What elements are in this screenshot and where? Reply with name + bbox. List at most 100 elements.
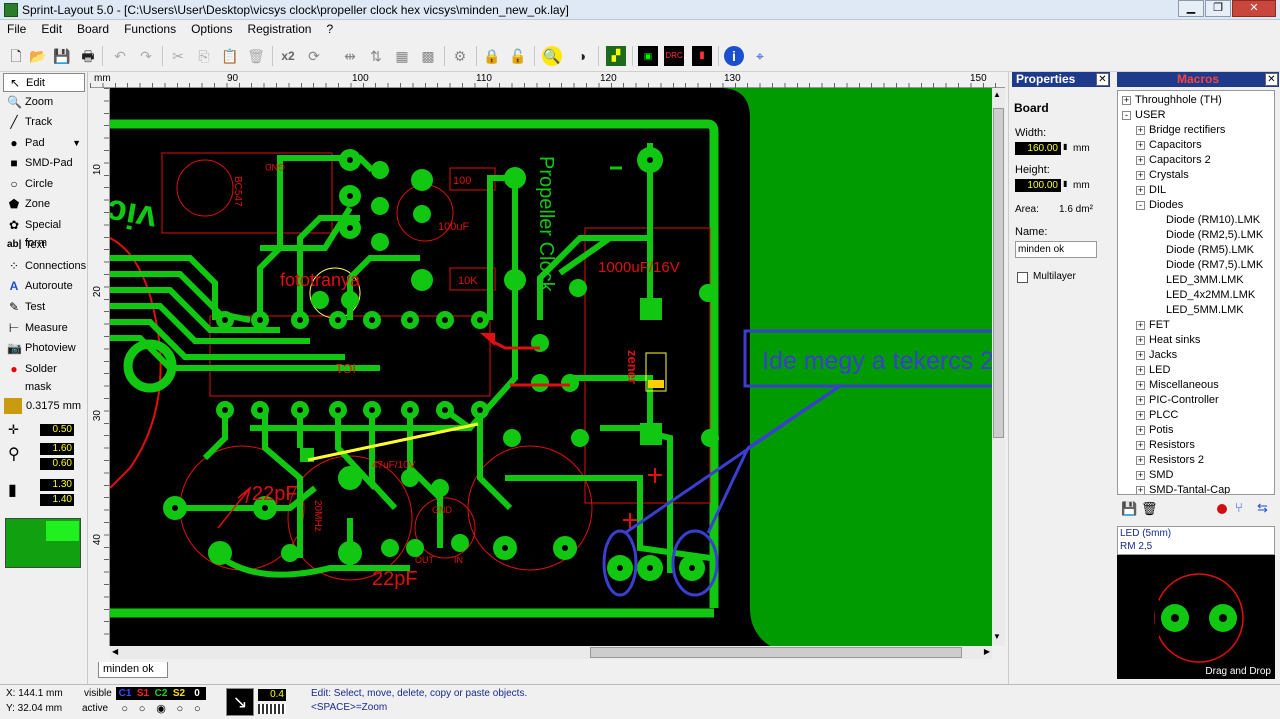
layer-toggle-c2[interactable]: C2 [152, 687, 170, 700]
layer-radio-s1[interactable]: ○ [139, 703, 146, 716]
expand-icon[interactable]: + [1136, 126, 1145, 135]
tool-edit[interactable]: ↖ Edit [3, 73, 85, 92]
macro-tree-item[interactable]: Diode (RM5).LMK [1166, 243, 1254, 258]
align-icon[interactable]: ⇅ [366, 46, 386, 66]
tool-measure[interactable]: ⊢ Measure [3, 319, 85, 338]
redo-icon[interactable]: ↷ [136, 46, 156, 66]
menu-help[interactable]: ? [319, 20, 341, 40]
expand-icon[interactable]: + [1136, 426, 1145, 435]
horizontal-scroll-thumb[interactable] [590, 647, 962, 658]
macro-tree-item[interactable]: LED [1149, 363, 1170, 378]
expand-icon[interactable]: + [1136, 141, 1145, 150]
track-width-field[interactable]: 0.50 [40, 424, 74, 436]
scroll-down-icon[interactable]: ▼ [993, 632, 1001, 641]
macro-tree-item[interactable]: LED_4x2MM.LMK [1166, 288, 1255, 303]
menu-functions[interactable]: Functions [117, 20, 184, 40]
macro-tree-item[interactable]: LED_3MM.LMK [1166, 273, 1244, 288]
expand-icon[interactable]: + [1136, 186, 1145, 195]
undo-icon[interactable]: ↶ [110, 46, 130, 66]
smd-width-field[interactable]: 1.30 [40, 479, 74, 491]
zoom-field[interactable]: 0.4 [258, 689, 286, 701]
macro-tree-item[interactable]: PLCC [1149, 408, 1178, 423]
grid-value[interactable]: 0.3175 mm [26, 400, 81, 412]
collapse-icon[interactable]: - [1122, 111, 1131, 120]
layer-radio-c1[interactable]: ○ [121, 703, 128, 716]
expand-icon[interactable]: + [1136, 411, 1145, 420]
macro-tree-item[interactable]: Potis [1149, 423, 1173, 438]
macro-tree-item[interactable]: DIL [1149, 183, 1166, 198]
expand-icon[interactable]: + [1136, 441, 1145, 450]
macro-tree-item[interactable]: Diode (RM7,5).LMK [1166, 258, 1263, 273]
expand-icon[interactable]: + [1136, 336, 1145, 345]
macro-tree-item[interactable]: Bridge rectifiers [1149, 123, 1225, 138]
name-field[interactable]: minden ok [1015, 241, 1097, 258]
chevron-down-icon[interactable]: ▼ [72, 134, 81, 152]
expand-icon[interactable]: + [1136, 321, 1145, 330]
multilayer-checkbox[interactable] [1017, 272, 1028, 283]
delete-icon[interactable]: 🗑 [246, 46, 266, 66]
tool-track[interactable]: ╱ Track [3, 113, 85, 132]
save-macro-icon[interactable]: 💾 [1121, 501, 1137, 517]
drc-icon[interactable]: DRC [664, 46, 684, 66]
close-properties-icon[interactable]: ✕ [1096, 73, 1109, 86]
tool-autoroute[interactable]: A Autoroute [3, 277, 85, 296]
tool-zoom[interactable]: 🔍 Zoom [3, 93, 85, 112]
expand-icon[interactable]: + [1136, 396, 1145, 405]
expand-icon[interactable]: + [1136, 366, 1145, 375]
macro-tree-item[interactable]: LED_5MM.LMK [1166, 303, 1244, 318]
drc-flag-icon[interactable]: ▞ [606, 46, 626, 66]
macro-tree-item[interactable]: SMD [1149, 468, 1173, 483]
menu-board[interactable]: Board [70, 20, 117, 40]
vertical-scrollbar[interactable]: ▲ ▼ [992, 88, 1005, 646]
layer-toggle-c1[interactable]: C1 [116, 687, 134, 700]
info-icon[interactable]: i [724, 46, 744, 66]
save-icon[interactable]: 💾 [52, 46, 72, 66]
macro-tree-item[interactable]: USER [1135, 108, 1166, 123]
print-icon[interactable]: 🖶 [78, 46, 98, 66]
macro-tree-item[interactable]: Heat sinks [1149, 333, 1200, 348]
zoom-icon[interactable]: 🔍 [542, 46, 562, 66]
macro-tree-item[interactable]: Miscellaneous [1149, 378, 1219, 393]
pin-icon[interactable]: ⑂ [1235, 500, 1243, 515]
pcb-drawing[interactable]: fototranya Propeller Clock 1000uF/16V ze… [110, 88, 992, 646]
expand-icon[interactable]: + [1136, 456, 1145, 465]
smd-height-field[interactable]: 1.40 [40, 494, 74, 506]
macro-preview[interactable]: Drag and Drop [1117, 555, 1275, 679]
pcb-canvas[interactable]: fototranya Propeller Clock 1000uF/16V ze… [110, 88, 992, 646]
ungroup-icon[interactable]: ▩ [418, 46, 438, 66]
collapse-icon[interactable]: - [1136, 201, 1145, 210]
menu-file[interactable]: File [0, 20, 34, 40]
tab-minden-ok[interactable]: minden ok [98, 662, 168, 678]
macro-tree-item[interactable]: Capacitors 2 [1149, 153, 1211, 168]
expand-icon[interactable]: + [1122, 96, 1131, 105]
tool-solder-mask[interactable]: ● Solder mask [3, 360, 85, 393]
component-icon[interactable]: ⚙ [450, 46, 470, 66]
copy-icon[interactable]: ⎘ [194, 46, 214, 66]
expand-icon[interactable]: + [1136, 471, 1145, 480]
height-field[interactable]: 100.00 [1015, 179, 1061, 192]
new-file-icon[interactable]: 🗋 [6, 46, 26, 66]
macro-tree-item[interactable]: Capacitors [1149, 138, 1202, 153]
tool-circle[interactable]: ○ Circle [3, 175, 85, 194]
macro-tree-item[interactable]: Jacks [1149, 348, 1177, 363]
tool-pad[interactable]: ● Pad ▼ [3, 134, 85, 153]
layer-radio-s2[interactable]: ○ [177, 703, 184, 716]
macro-tree-item[interactable]: SMD-Tantal-Cap [1149, 483, 1230, 494]
macro-tree-item[interactable]: Throughhole (TH) [1135, 93, 1222, 108]
refresh-icon[interactable]: ⇆ [1257, 500, 1268, 516]
close-button[interactable]: ✕ [1232, 0, 1276, 17]
delete-macro-icon[interactable]: 🗑 [1141, 501, 1158, 517]
macro-tree-item[interactable]: Diode (RM10).LMK [1166, 213, 1260, 228]
record-icon[interactable] [1217, 504, 1227, 514]
macro-tree-item[interactable]: Crystals [1149, 168, 1189, 183]
scroll-right-icon[interactable]: ▶ [984, 647, 990, 656]
menu-registration[interactable]: Registration [240, 20, 319, 40]
vertical-scroll-thumb[interactable] [993, 108, 1004, 438]
spin-icon[interactable]: ▮ [1063, 142, 1067, 151]
restore-button[interactable]: ❐ [1205, 0, 1231, 17]
expand-icon[interactable]: + [1136, 381, 1145, 390]
group-icon[interactable]: ▦ [392, 46, 412, 66]
horizontal-scrollbar[interactable]: ◀ ▶ [110, 646, 992, 659]
origin-icon[interactable]: ⌖ [750, 46, 770, 66]
grid-icon[interactable] [4, 398, 22, 414]
